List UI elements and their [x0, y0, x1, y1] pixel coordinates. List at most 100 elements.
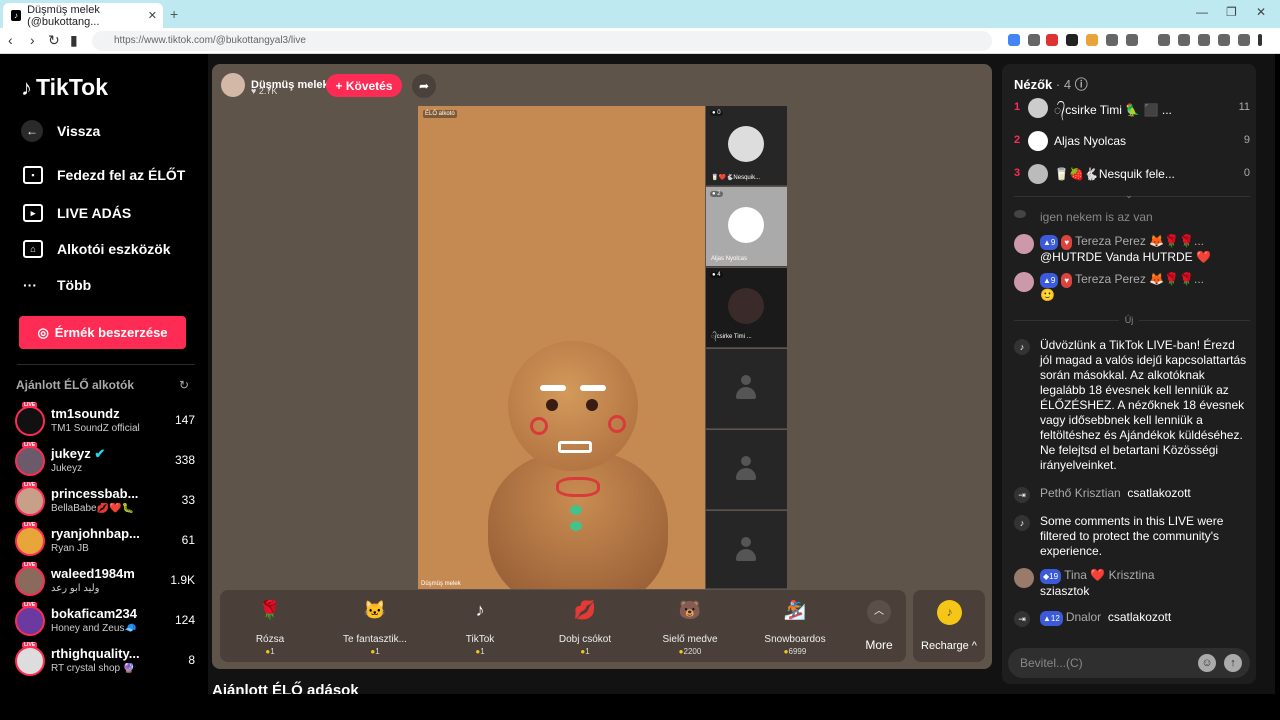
- chat-user: Tereza Perez 🦊🌹🌹...: [1075, 272, 1204, 286]
- gift-item[interactable]: 🐻 Sielő medve ●2200: [640, 590, 740, 662]
- emoji-icon[interactable]: ☺: [1198, 654, 1216, 672]
- viewer-count: 338: [174, 453, 195, 467]
- gift-item[interactable]: ♪ TikTok ●1: [430, 590, 530, 662]
- join-text: csatlakozott: [1107, 610, 1172, 624]
- nav-label: Fedezd fel az ÉLŐT: [57, 167, 186, 183]
- host-info[interactable]: Düşmüş melek ♥ 2.7K: [221, 72, 329, 98]
- video-host-label: Düşmüş melek: [421, 581, 461, 587]
- gift-price: ●1: [325, 647, 425, 656]
- creator-item[interactable]: LIVE ryanjohnbap... Ryan JB 61: [15, 522, 195, 562]
- gift-price: ●1: [535, 647, 635, 656]
- creator-item[interactable]: LIVE princessbab... BellaBabe💋❤️🐛 33: [15, 482, 195, 522]
- back-arrow-icon[interactable]: ‹: [8, 32, 13, 48]
- more-gifts-button[interactable]: ︿ More: [854, 590, 904, 662]
- tiktok-logo[interactable]: ♪ TikTok: [21, 74, 108, 101]
- gift-item[interactable]: 🏂 Snowboardos ●6999: [745, 590, 845, 662]
- extension-icon[interactable]: [1028, 34, 1040, 46]
- extension-icon[interactable]: [1126, 34, 1138, 46]
- creator-item[interactable]: LIVE jukeyz ✔ Jukeyz 338: [15, 442, 195, 482]
- viewer-row[interactable]: 2 Aljas Nyolcas 9: [1014, 129, 1250, 153]
- guest-slot-empty[interactable]: [706, 349, 787, 429]
- creator-name: ryanjohnbap...: [51, 526, 140, 541]
- extension-icon[interactable]: [1086, 34, 1098, 46]
- bookmark-icon[interactable]: ▮: [70, 32, 78, 49]
- avatar: [15, 606, 45, 636]
- gift-name: Dobj csókot: [558, 634, 612, 645]
- guest-slot[interactable]: ● 4᭄csirke Timi ...: [706, 268, 787, 348]
- guest-slot[interactable]: ● 0 🥛❤️🐇Nesquik...: [706, 106, 787, 186]
- follow-button[interactable]: + Követés: [326, 74, 402, 97]
- avatar: [1028, 164, 1048, 184]
- hls-icon[interactable]: [1046, 34, 1058, 46]
- translate-icon[interactable]: [1008, 34, 1020, 46]
- restore-icon[interactable]: ❐: [1226, 5, 1237, 19]
- tiktok-favicon-icon: ♪: [11, 10, 22, 21]
- forward-arrow-icon[interactable]: ›: [30, 32, 35, 48]
- host-avatar[interactable]: [221, 73, 245, 97]
- tiktok-page: ♪ TikTok ← Vissza ▪ Fedezd fel az ÉLŐT ▸ LIV…: [3, 54, 1275, 694]
- join-text: csatlakozott: [1127, 486, 1191, 500]
- refresh-icon[interactable]: ↻: [179, 378, 189, 392]
- gift-item[interactable]: 🌹 Rózsa ●1: [220, 590, 320, 662]
- avatar: [1014, 568, 1034, 588]
- new-tab-icon[interactable]: +: [170, 6, 178, 22]
- nav-creator-tools[interactable]: ⌂ Alkotói eszközök: [23, 240, 171, 258]
- guest-panel: ● 0 🥛❤️🐇Nesquik... ● 2 Aljas Nyolcas ● 4᭄c…: [706, 106, 787, 589]
- puzzle-icon[interactable]: [1106, 34, 1118, 46]
- nav-explore-live[interactable]: ▪ Fedezd fel az ÉLŐT: [23, 166, 185, 184]
- creator-item[interactable]: LIVE bokaficam234 Honey and Zeus🧢 124: [15, 602, 195, 642]
- creator-name: rthighquality...: [51, 646, 140, 661]
- brow: [540, 385, 566, 391]
- creator-sub: وليد ابو رعد: [51, 583, 100, 594]
- avatar: [1014, 210, 1026, 218]
- avatar: [1014, 272, 1034, 292]
- creator-item[interactable]: LIVE waleed1984m وليد ابو رعد 1.9K: [15, 562, 195, 602]
- mouth: [558, 441, 592, 453]
- close-window-icon[interactable]: ✕: [1256, 5, 1266, 19]
- viewers-title[interactable]: Nézők · 4 ⓘ: [1014, 74, 1088, 93]
- live-badge: LIVE: [22, 602, 38, 608]
- menu-icon[interactable]: [1258, 34, 1262, 46]
- avatar: [1028, 98, 1048, 118]
- viewer-row[interactable]: 3 🥛🍓🐇Nesquik fele... 0: [1014, 162, 1250, 186]
- recharge-button[interactable]: ♪ Recharge ^: [913, 590, 985, 662]
- creator-item[interactable]: LIVE rthighquality... RT crystal shop 🔮 8: [15, 642, 195, 682]
- camera-icon: ▸: [23, 204, 43, 222]
- creator-item[interactable]: LIVE tm1soundz TM1 SoundZ official 147: [15, 402, 195, 442]
- tab-close-icon[interactable]: ✕: [148, 9, 157, 22]
- guest-badge-num: 4: [717, 272, 721, 278]
- nav-live-studio[interactable]: ▸ LIVE ADÁS: [23, 204, 131, 222]
- minimize-icon[interactable]: —: [1196, 5, 1208, 19]
- url-input[interactable]: https://www.tiktok.com/@bukottangyal3/li…: [92, 31, 992, 51]
- creator-sub: TM1 SoundZ official: [51, 423, 140, 434]
- join-user: Pethő Krisztian: [1040, 486, 1121, 500]
- sidebar-icon[interactable]: [1178, 34, 1190, 46]
- live-stream-panel: Düşmüş melek ♥ 2.7K + Követés ➦ ÉLŐ alko…: [212, 64, 992, 669]
- guest-slot-empty[interactable]: [706, 511, 787, 589]
- extension-icon[interactable]: [1198, 34, 1210, 46]
- browser-tab[interactable]: ♪ Düşmüş melek (@bukottang... ✕: [3, 3, 163, 28]
- media-icon[interactable]: [1158, 34, 1170, 46]
- viewer-row[interactable]: 1᭄csirke Timi 🦜 ⬛ ... 11: [1014, 96, 1250, 120]
- chat-content: ▲9 ♥ Tereza Perez 🦊🌹🌹... @HUTRDE Vanda HUTR…: [1040, 234, 1250, 265]
- back-button[interactable]: ← Vissza: [21, 120, 100, 142]
- gift-item[interactable]: 💋 Dobj csókot ●1: [535, 590, 635, 662]
- reload-icon[interactable]: ↻: [48, 32, 60, 49]
- extension-icon[interactable]: [1066, 34, 1078, 46]
- tiktok-icon: ♪: [1014, 515, 1030, 531]
- video-player[interactable]: ÉLŐ alkotó Düşmüş melek: [418, 106, 705, 589]
- host-likes: ♥ 2.7K: [251, 86, 277, 96]
- download-icon[interactable]: [1218, 34, 1230, 46]
- chat-input[interactable]: Bevitel...(C) ☺ ↑: [1008, 648, 1250, 678]
- get-coins-button[interactable]: ◎ Érmék beszerzése: [19, 316, 186, 349]
- creator-name: bokaficam234: [51, 606, 137, 621]
- info-icon[interactable]: ⓘ: [1075, 77, 1088, 92]
- expand-chevron-icon[interactable]: ⌄: [1002, 190, 1256, 201]
- send-icon[interactable]: ↑: [1224, 654, 1242, 672]
- nav-more[interactable]: ··· Több: [23, 277, 91, 293]
- shield-icon[interactable]: [1238, 34, 1250, 46]
- guest-slot-empty[interactable]: [706, 430, 787, 510]
- gift-item[interactable]: 🐱 Te fantasztik... ●1: [325, 590, 425, 662]
- share-arrow-icon[interactable]: ➦: [412, 74, 436, 98]
- guest-slot[interactable]: ● 2 Aljas Nyolcas: [706, 187, 787, 267]
